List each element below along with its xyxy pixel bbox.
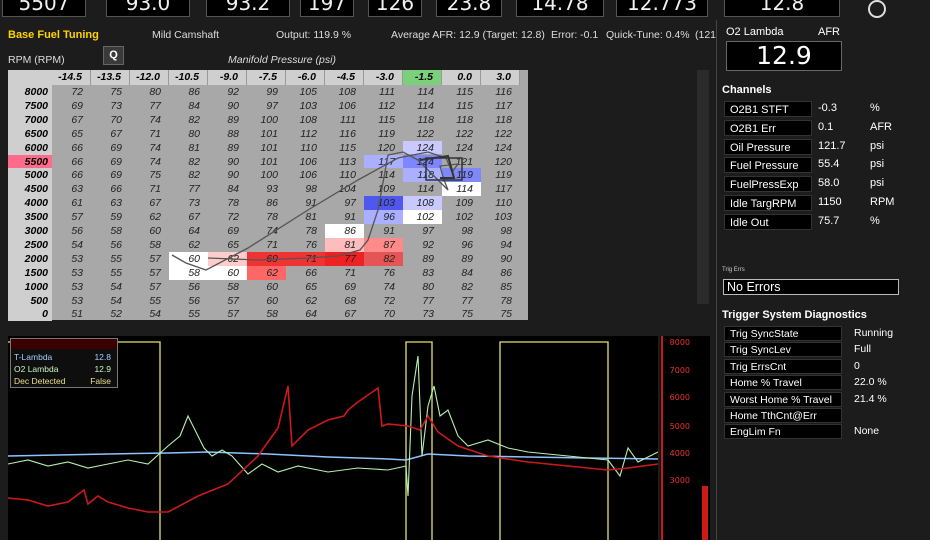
axis-tick: 6000 — [669, 393, 690, 402]
channel-name: Idle Out — [724, 213, 812, 230]
axis-tick: 5000 — [669, 422, 690, 431]
channel-value: -0.3 — [818, 102, 837, 114]
trigger-diag-name: Home TthCnt@Err — [724, 408, 842, 423]
channel-row[interactable]: Idle TargRPM 1150 RPM — [724, 195, 900, 211]
legend-item-name: O2 Lambda — [14, 364, 59, 374]
gauge-3: 93.2 — [206, 0, 290, 17]
trigger-diag-name: EngLim Fn — [724, 424, 842, 440]
truncated-label: (121 — [695, 29, 717, 41]
trigger-diag-value: 22.0 % — [854, 376, 887, 389]
channel-row[interactable]: Fuel Pressure 55.4 psi — [724, 157, 900, 174]
output-label: Output: 119.9 % — [276, 29, 352, 41]
trigger-diag-value: 0 — [854, 359, 860, 372]
axis-tick: 7000 — [669, 366, 690, 375]
rpm-chart-axis: 8000 7000 6000 5000 4000 3000 — [660, 336, 710, 540]
axis-tick: 8000 — [669, 338, 690, 347]
channel-value: 121.7 — [818, 139, 846, 152]
trigger-diag-row[interactable]: Trig ErrsCnt 0 — [724, 358, 900, 374]
channel-value: 75.7 — [818, 214, 840, 227]
axis-tick: 4000 — [669, 449, 690, 458]
channel-value: 0.1 — [818, 120, 834, 133]
quick-tune-button[interactable]: Q — [103, 46, 124, 65]
chart-legend: T-Lambda 12.8 O2 Lambda 12.9 Dec Detected Fal… — [10, 338, 118, 388]
channel-name: O2B1 STFT — [724, 101, 812, 117]
page-title: Base Fuel Tuning — [8, 29, 99, 41]
channel-row[interactable]: O2B1 Err 0.1 AFR — [724, 119, 900, 136]
channel-row[interactable]: Oil Pressure 121.7 psi — [724, 138, 900, 155]
gauge-5: 126 — [368, 0, 422, 17]
trigger-diag-row[interactable]: Trig SyncState Running — [724, 326, 900, 341]
circle-icon[interactable] — [868, 0, 886, 18]
channel-unit: RPM — [870, 196, 895, 208]
trigger-diag-value: 21.4 % — [854, 392, 887, 405]
trigger-diag-row[interactable]: Trig SyncLev Full — [724, 342, 900, 358]
rpm-axis-title: RPM (RPM) — [8, 54, 65, 66]
map-axis-title: Manifold Pressure (psi) — [228, 54, 336, 66]
channel-value: 55.4 — [818, 158, 840, 171]
channel-unit: psi — [870, 158, 885, 171]
channel-name: FuelPressExp — [724, 176, 812, 193]
o2-lambda-value: 12.9 — [726, 41, 842, 71]
channel-name: O2B1 Err — [724, 119, 812, 136]
channels-title: Channels — [722, 84, 772, 96]
error-label: Error: -0.1 — [551, 29, 599, 41]
trigger-diag-row[interactable]: Home % Travel 22.0 % — [724, 375, 900, 391]
gauge-6: 23.8 — [436, 0, 502, 17]
trigger-diag-name: Worst Home % Travel — [724, 391, 842, 407]
trigger-diag-value: Running — [854, 327, 894, 339]
channel-unit: AFR — [870, 120, 892, 133]
avg-afr-label: Average AFR: 12.9 (Target: 12.8) — [391, 29, 545, 41]
axis-tick: 3000 — [669, 476, 690, 485]
operating-point-trace — [171, 151, 463, 271]
channel-row[interactable]: FuelPressExp 58.0 psi — [724, 176, 900, 193]
o2-lambda-label: O2 Lambda — [726, 26, 784, 38]
channel-row[interactable]: O2B1 STFT -0.3% — [724, 101, 900, 117]
channel-row[interactable]: Idle Out 75.7% — [724, 213, 900, 230]
channel-unit: psi — [870, 177, 885, 190]
trigger-diag-name: Trig SyncLev — [724, 342, 842, 358]
legend-item-value: 12.9 — [94, 364, 111, 374]
trigger-diag-title: Trigger System Diagnostics — [722, 309, 867, 321]
trig-errs-field: No Errors — [723, 279, 899, 295]
legend-item-name: T-Lambda — [14, 352, 53, 362]
channel-unit: % — [870, 102, 880, 114]
channel-unit: psi — [870, 139, 885, 152]
o2-lambda-unit: AFR — [818, 26, 840, 38]
trigger-diag-value: None — [854, 425, 880, 438]
trigger-diag-row[interactable]: Home TthCnt@Err — [724, 408, 900, 423]
channel-name: Fuel Pressure — [724, 157, 812, 174]
gauge-4: 197 — [300, 0, 354, 17]
trigger-diag-name: Home % Travel — [724, 375, 842, 391]
trigger-diag-name: Trig ErrsCnt — [724, 358, 842, 374]
gauge-8: 12.773 — [616, 0, 708, 17]
channel-name: Idle TargRPM — [724, 195, 812, 211]
o2-lambda-gauge: O2 Lambda AFR 12.9 — [720, 22, 844, 74]
channel-unit: % — [870, 214, 880, 227]
trig-errs-label: Trig Errs — [722, 267, 745, 273]
quick-tune-label: Quick-Tune: 0.4% — [606, 29, 690, 41]
fuel-table-header: Base Fuel Tuning Q Mild Camshaft Output:… — [0, 22, 717, 65]
channel-value: 1150 — [818, 196, 842, 208]
trigger-diag-value: Full — [854, 343, 871, 356]
trigger-diag-row[interactable]: EngLim Fn None — [724, 424, 900, 440]
gauge-rpm: 5507 — [2, 0, 86, 17]
legend-item-value: False — [90, 376, 111, 386]
legend-item-name: Dec Detected — [14, 376, 66, 386]
legend-header-bar — [11, 339, 117, 349]
channel-value: 58.0 — [818, 177, 840, 190]
gauge-2: 93.0 — [106, 0, 190, 17]
trigger-diag-name: Trig SyncState — [724, 326, 842, 341]
table-scrollbar[interactable] — [697, 70, 709, 304]
cam-label: Mild Camshaft — [152, 29, 220, 41]
channel-name: Oil Pressure — [724, 138, 812, 155]
trigger-diag-row[interactable]: Worst Home % Travel 21.4 % — [724, 391, 900, 407]
panel-divider — [716, 20, 717, 540]
gauge-9: 12.8 — [724, 0, 840, 17]
legend-item-value: 12.8 — [94, 352, 111, 362]
gauge-7: 14.78 — [516, 0, 604, 17]
